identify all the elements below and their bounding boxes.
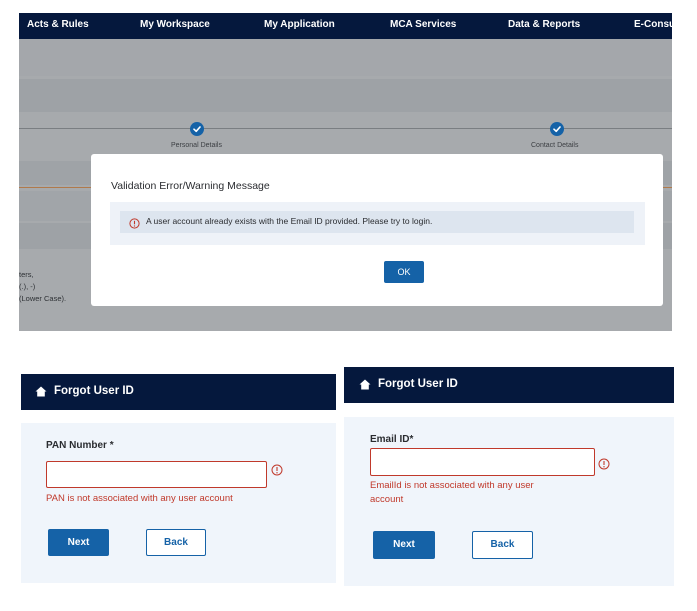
validation-screenshot: Acts & Rules My Workspace My Application… — [19, 13, 672, 331]
step-label-personal: Personal Details — [171, 142, 222, 149]
nav-item-data-reports[interactable]: Data & Reports — [508, 13, 580, 39]
home-icon[interactable] — [359, 379, 371, 390]
password-hint-line: (Lower Case). — [19, 294, 67, 303]
forgot-pan-form: PAN Number * PAN is not associated with … — [21, 423, 336, 583]
step-complete-icon — [550, 122, 564, 136]
email-id-input[interactable] — [370, 448, 595, 476]
password-hint-line: ters, — [19, 270, 34, 279]
panel-title: Forgot User ID — [378, 378, 458, 390]
pan-number-label: PAN Number * — [46, 440, 114, 451]
back-button[interactable]: Back — [472, 531, 533, 559]
error-icon — [598, 457, 610, 470]
background-band — [19, 79, 672, 112]
forgot-user-id-header-email: Forgot User ID — [344, 367, 674, 403]
modal-title: Validation Error/Warning Message — [111, 180, 270, 192]
warning-icon — [129, 216, 140, 229]
nav-item-my-workspace[interactable]: My Workspace — [140, 13, 210, 39]
stepper-line — [19, 128, 672, 129]
nav-item-mca-services[interactable]: MCA Services — [390, 13, 456, 39]
step-label-contact: Contact Details — [531, 142, 579, 149]
email-error-message-cont: account — [370, 494, 404, 505]
back-button[interactable]: Back — [146, 529, 206, 556]
email-id-label: Email ID* — [370, 434, 414, 445]
home-icon[interactable] — [35, 386, 47, 397]
next-button[interactable]: Next — [373, 531, 435, 559]
background-band — [19, 39, 672, 76]
pan-error-message: PAN is not associated with any user acco… — [46, 493, 233, 504]
next-button[interactable]: Next — [48, 529, 109, 556]
alert-container: A user account already exists with the E… — [110, 202, 645, 245]
alert-message-box: A user account already exists with the E… — [120, 211, 634, 233]
alert-message: A user account already exists with the E… — [146, 216, 433, 226]
email-error-message: EmailId is not associated with any user — [370, 480, 534, 491]
password-hint-line: (.), -) — [19, 282, 36, 291]
forgot-email-form: Email ID* EmailId is not associated with… — [344, 417, 674, 586]
panel-title: Forgot User ID — [54, 385, 134, 397]
pan-number-input[interactable] — [46, 461, 267, 488]
nav-item-acts-rules[interactable]: Acts & Rules — [27, 13, 89, 39]
step-complete-icon — [190, 122, 204, 136]
nav-item-e-consultation[interactable]: E-Consu — [634, 13, 672, 39]
top-navbar: Acts & Rules My Workspace My Application… — [19, 13, 672, 39]
forgot-user-id-header-pan: Forgot User ID — [21, 374, 336, 410]
ok-button[interactable]: OK — [384, 261, 424, 283]
validation-modal: Validation Error/Warning Message A user … — [91, 154, 663, 306]
error-icon — [271, 463, 283, 476]
nav-item-my-application[interactable]: My Application — [264, 13, 335, 39]
